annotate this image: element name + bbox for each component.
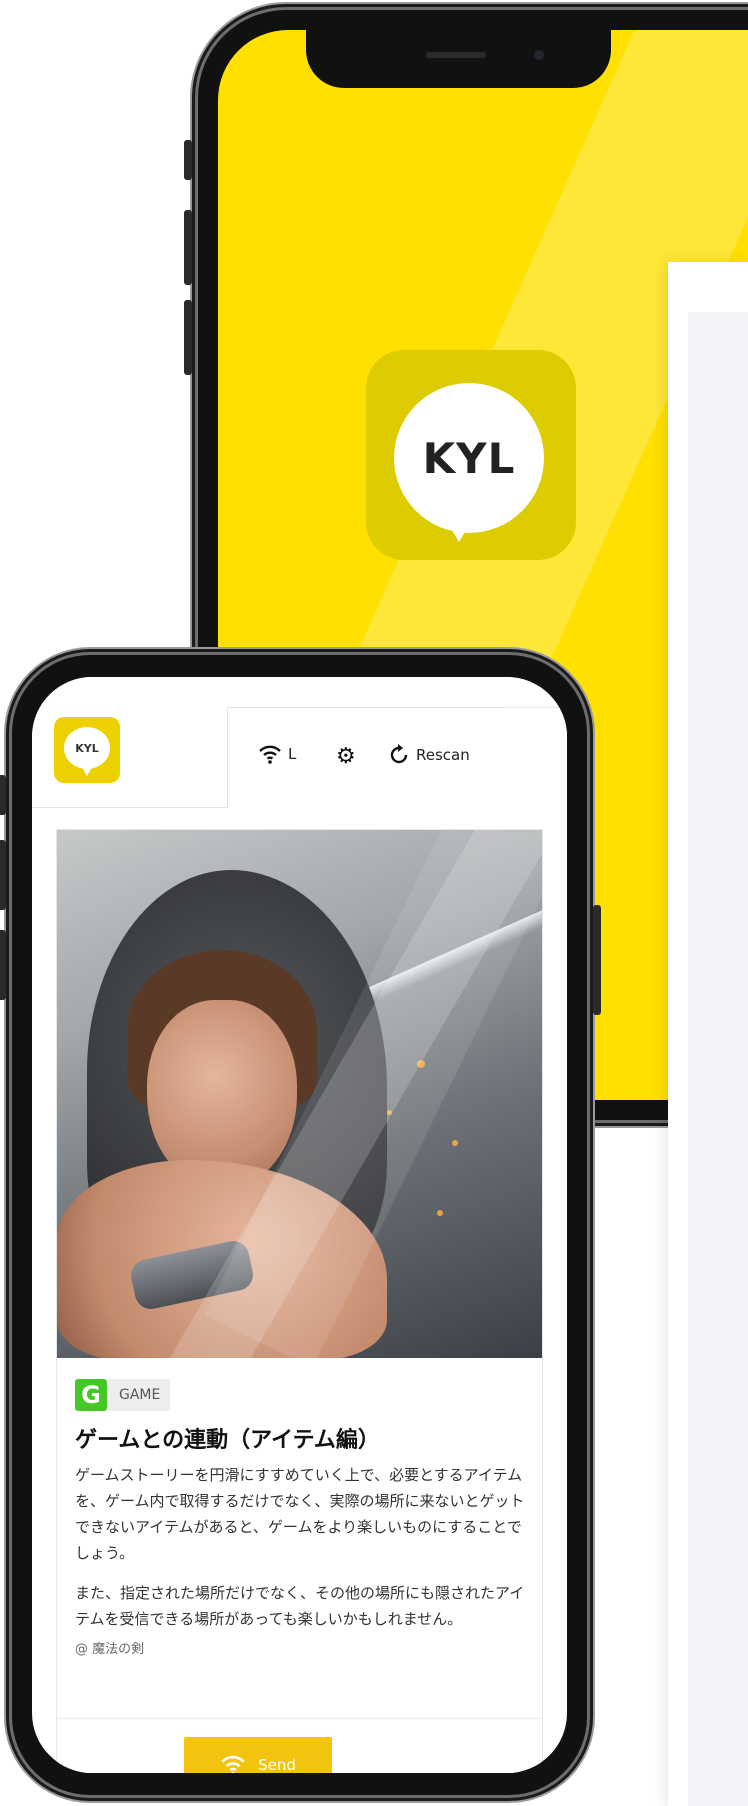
power-button [593, 905, 601, 1015]
settings-button[interactable]: ⚙ [336, 744, 356, 769]
article-paragraph: ゲームストーリーを円滑にすすめていく上で、必要とするアイテムを、ゲーム内で取得す… [75, 1466, 525, 1562]
side-button [184, 140, 192, 180]
article-footer: Send [57, 1718, 542, 1773]
side-button [184, 300, 192, 375]
speech-bubble-tail [446, 520, 472, 542]
article-body: G GAME ゲームとの連動（アイテム編） ゲームストーリーを円滑にすすめていく… [57, 1358, 542, 1718]
speaker-grill [426, 52, 486, 58]
bokeh-spark [437, 1210, 443, 1216]
send-button[interactable]: Send [184, 1737, 332, 1773]
wifi-status-button[interactable]: L [258, 744, 296, 764]
bokeh-spark [452, 1140, 458, 1146]
side-button [0, 775, 6, 815]
speech-bubble-icon: KYL [394, 383, 544, 533]
side-panel-content [688, 312, 748, 1806]
gear-icon: ⚙ [336, 744, 356, 769]
category-label: GAME [109, 1379, 171, 1411]
article-paragraph: また、指定された場所だけでなく、その他の場所にも隠されたアイテムを受信できる場所… [75, 1584, 525, 1628]
wifi-level-label: L [288, 745, 297, 763]
speech-bubble-icon: KYL [64, 727, 110, 769]
article-image [57, 830, 542, 1358]
app-icon[interactable]: KYL [366, 350, 576, 560]
send-label: Send [258, 1756, 296, 1773]
rescan-label: Rescan [416, 746, 470, 764]
rescan-button[interactable]: Rescan [388, 744, 470, 766]
front-camera [534, 50, 544, 60]
phone-notch [306, 30, 611, 88]
app-logo[interactable]: KYL [54, 717, 120, 783]
app-logo-text: KYL [422, 433, 516, 483]
side-button [0, 930, 6, 1000]
front-phone: KYL L ⚙ Rescan G GAME ゲームとの連動（アイテム編） ゲーム… [0, 655, 601, 1795]
wifi-icon [259, 745, 281, 764]
app-logo-text: KYL [75, 741, 99, 755]
side-panel [668, 262, 748, 1806]
header-controls: L ⚙ Rescan [227, 707, 567, 808]
app-header: KYL L ⚙ Rescan [32, 677, 567, 808]
side-button [184, 210, 192, 285]
wifi-icon [221, 1755, 245, 1773]
article-author[interactable]: @ 魔法の剣 [75, 1638, 526, 1657]
category-letter: G [75, 1379, 107, 1411]
article-title: ゲームとの連動（アイテム編） [75, 1428, 380, 1453]
refresh-icon [390, 744, 408, 764]
category-tag[interactable]: G GAME [75, 1378, 526, 1412]
article-card: G GAME ゲームとの連動（アイテム編） ゲームストーリーを円滑にすすめていく… [56, 829, 543, 1773]
side-button [0, 840, 6, 910]
app-screen: KYL L ⚙ Rescan G GAME ゲームとの連動（アイテム編） ゲーム… [32, 677, 567, 1773]
speech-bubble-tail [82, 767, 92, 776]
